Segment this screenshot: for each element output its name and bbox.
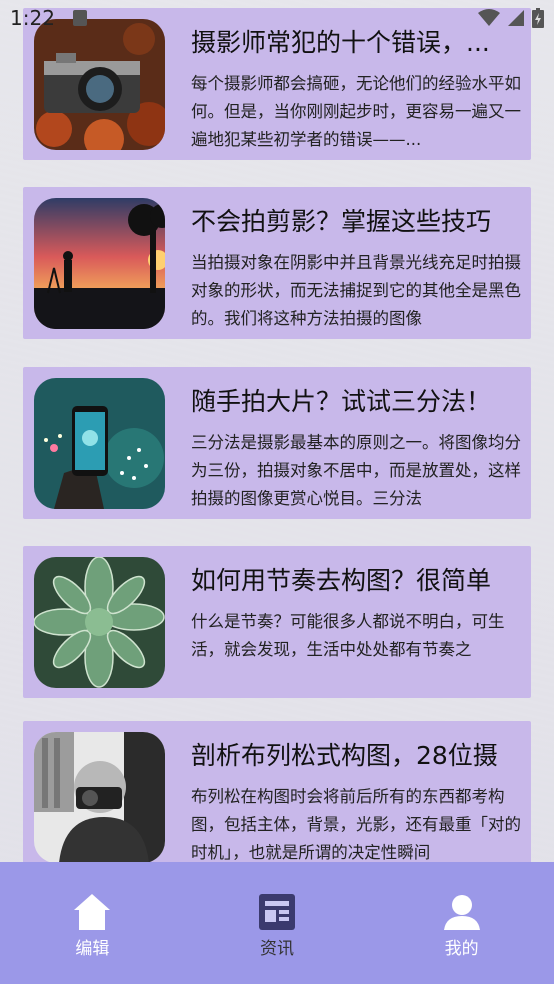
article-excerpt: 布列松在构图时会将前后所有的东西都考构图，包括主体，背景，光影，还有最重「对的时…	[191, 787, 521, 862]
fireworks-phone-photo-icon	[34, 378, 165, 509]
profile-icon	[443, 895, 480, 930]
bottom-navigation: 编辑 资讯 我的	[0, 862, 554, 984]
article-card[interactable]: 如何用节奏去构图？很简单 什么是节奏？可能很多人都说不明白，可生活，就会发现，生…	[23, 546, 531, 698]
nav-label: 资讯	[259, 939, 294, 959]
nav-item-edit[interactable]: 编辑	[32, 862, 152, 959]
photographer-portrait-icon	[34, 732, 165, 862]
nav-item-profile[interactable]: 我的	[402, 862, 522, 959]
silhouette-photo-icon	[34, 198, 165, 329]
article-title: 剖析布列松式构图，28位摄	[191, 741, 498, 770]
wifi-icon	[478, 9, 500, 26]
article-card[interactable]: 随手拍大片？试试三分法！ 三分法是摄影最基本的原则之一。将图像均分为三份，拍摄对…	[23, 367, 531, 519]
status-time: 1:22	[10, 6, 55, 30]
article-excerpt: 什么是节奏？可能很多人都说不明白，可生活，就会发现，生活中处处都有节奏之	[191, 612, 505, 659]
camera-photo-icon	[34, 19, 165, 150]
article-title: 随手拍大片？试试三分法！	[191, 387, 492, 416]
article-excerpt: 三分法是摄影最基本的原则之一。将图像均分为三份，拍摄对象不居中，而是放置处，这样…	[191, 433, 521, 508]
article-title: 如何用节奏去构图？很简单	[191, 566, 492, 595]
article-card[interactable]: 剖析布列松式构图，28位摄 布列松在构图时会将前后所有的东西都考构图，包括主体，…	[23, 721, 531, 862]
battery-icon	[532, 8, 544, 28]
article-title: 不会拍剪影？掌握这些技巧	[191, 207, 492, 236]
notification-icon	[72, 10, 87, 26]
nav-label: 我的	[444, 939, 479, 959]
article-card[interactable]: 不会拍剪影？掌握这些技巧 当拍摄对象在阴影中并且背景光线充足时拍摄对象的形状，而…	[23, 187, 531, 339]
article-excerpt: 每个摄影师都会搞砸，无论他们的经验水平如何。但是，当你刚刚起步时，更容易一遍又一…	[191, 74, 521, 149]
nav-label: 编辑	[75, 939, 110, 959]
cell-signal-icon	[508, 10, 524, 26]
home-icon	[74, 894, 111, 930]
status-bar: 1:22	[0, 0, 554, 36]
article-list[interactable]: 摄影师常犯的十个错误，... 每个摄影师都会搞砸，无论他们的经验水平如何。但是，…	[0, 0, 554, 862]
article-excerpt: 当拍摄对象在阴影中并且背景光线充足时拍摄对象的形状，而无法捕捉到它的其他全是黑色…	[191, 253, 521, 328]
news-icon	[258, 894, 295, 930]
nav-item-news[interactable]: 资讯	[217, 862, 337, 959]
succulent-photo-icon	[34, 557, 165, 688]
